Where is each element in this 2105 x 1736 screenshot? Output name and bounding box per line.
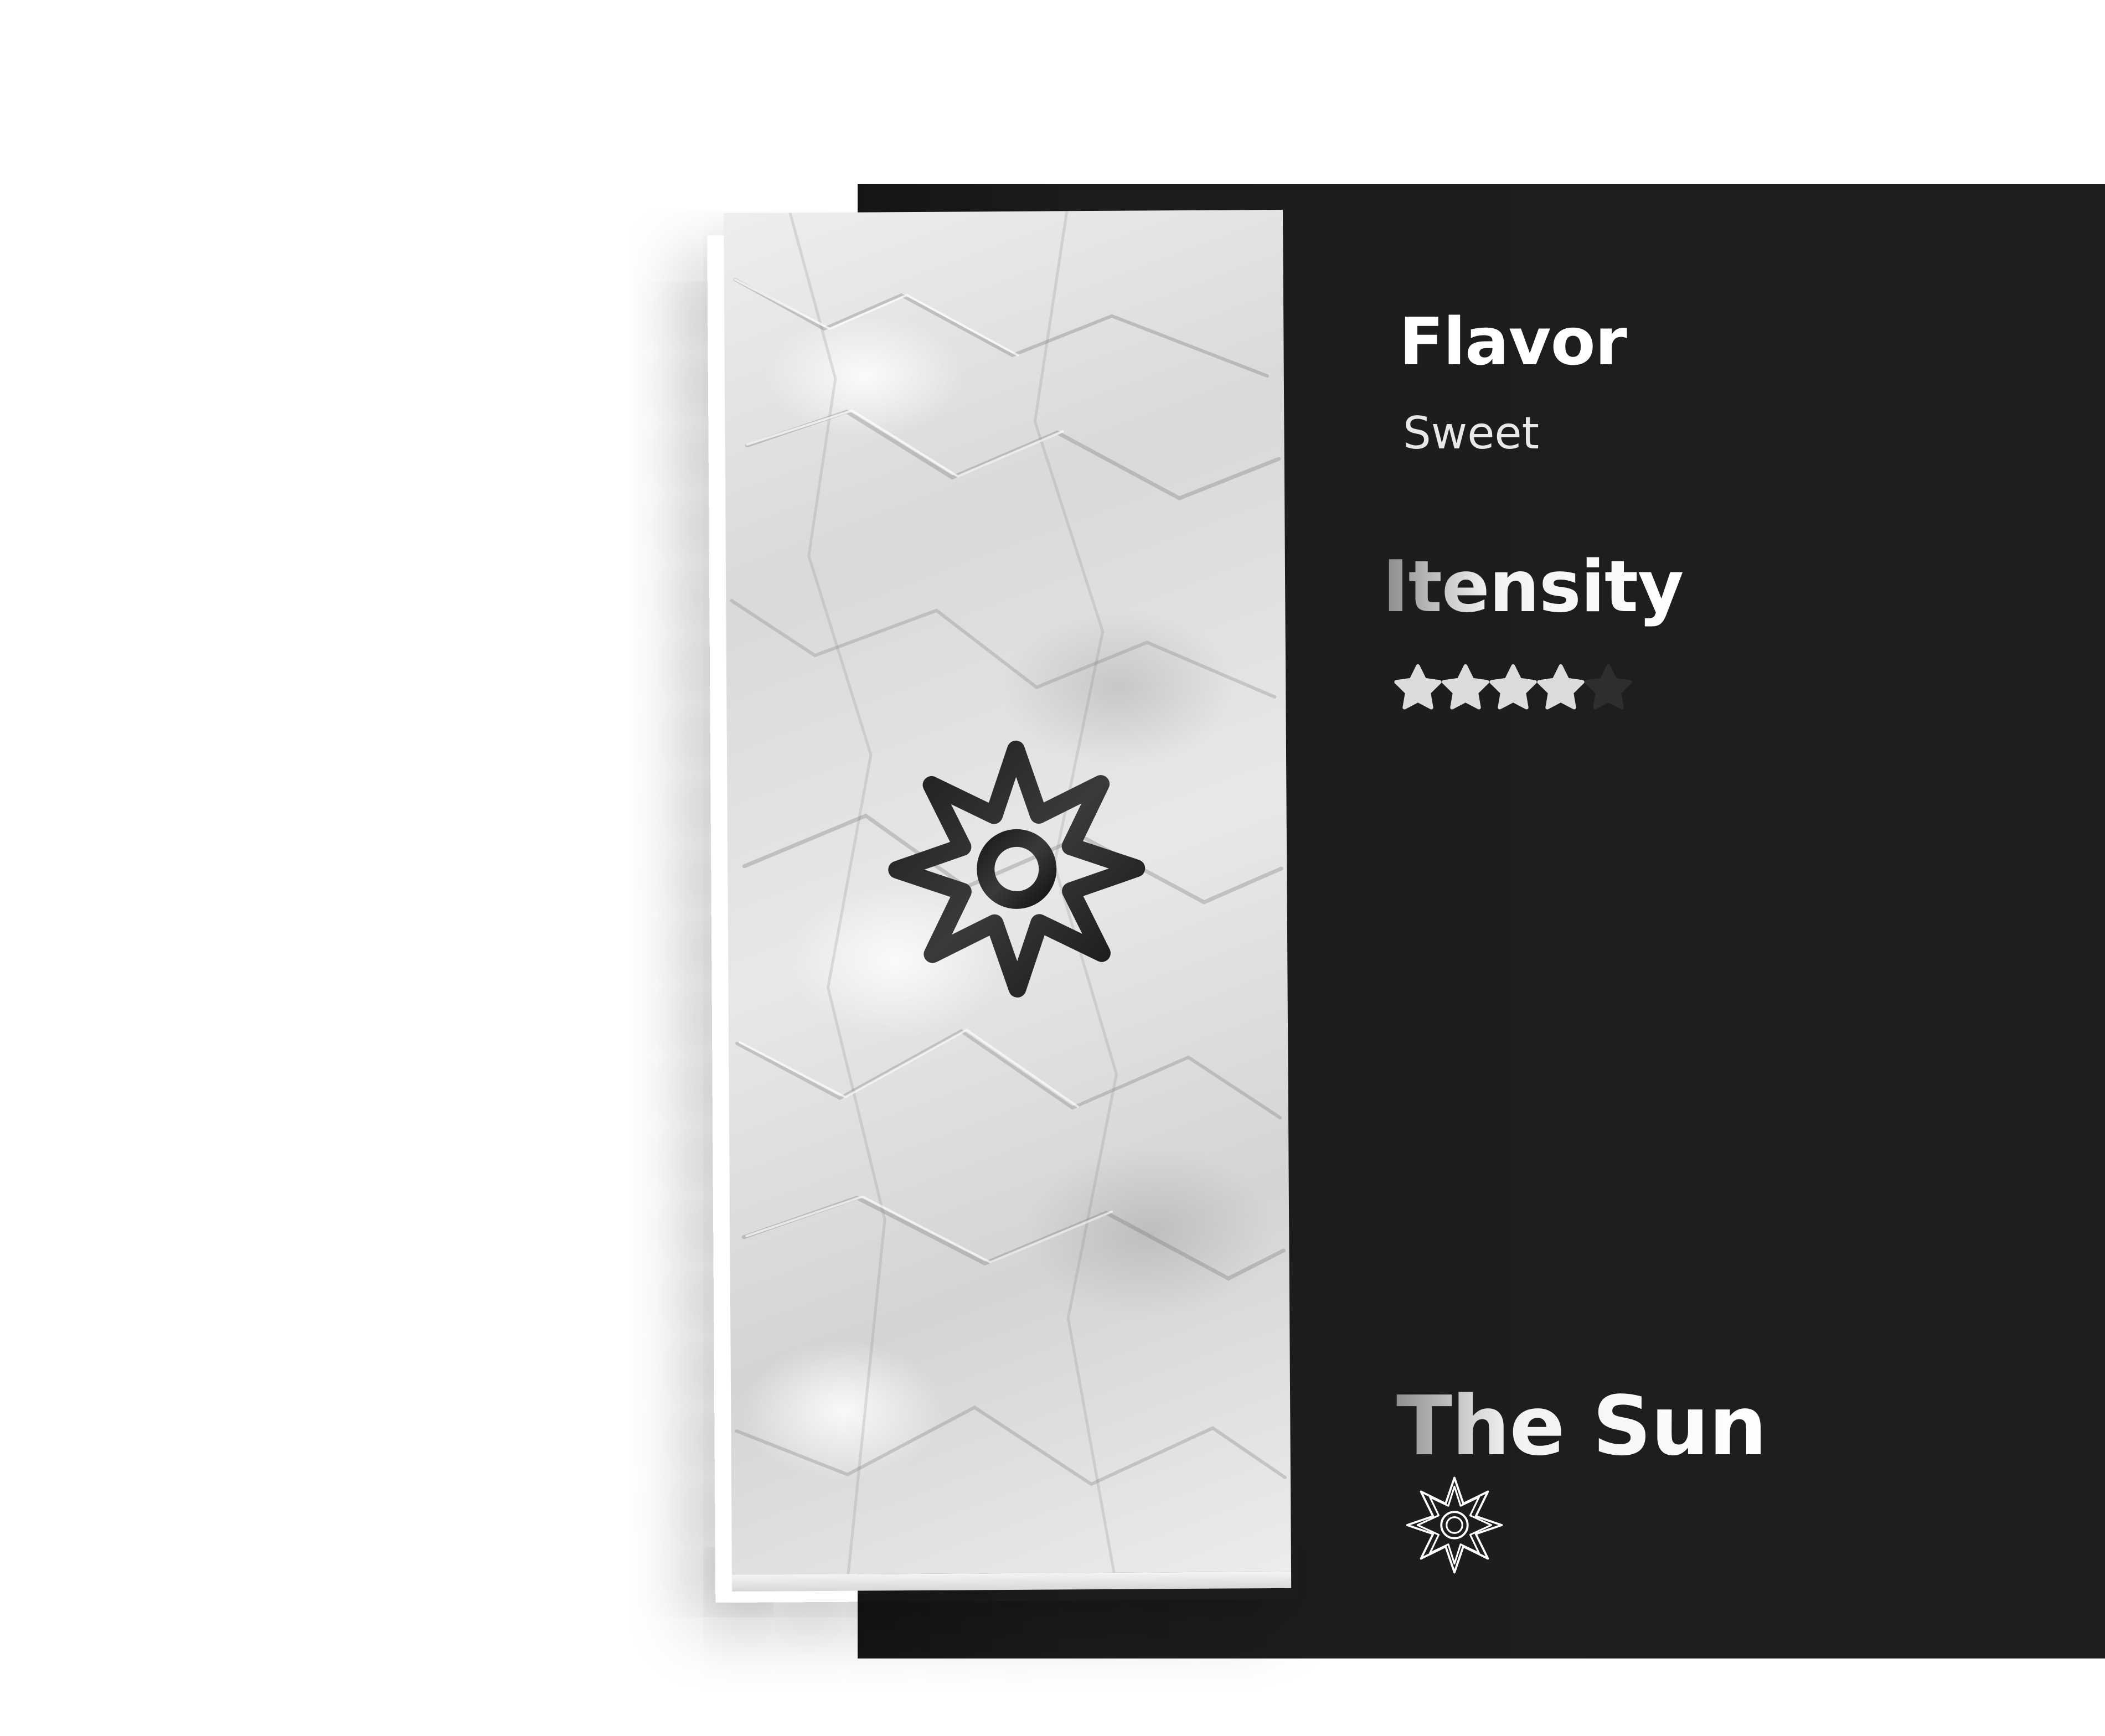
sun-star-emblem-outline-icon [1406, 1476, 1503, 1574]
intensity-title: Itensity [1382, 546, 1684, 628]
crumpled-paper [724, 209, 1292, 1575]
paper-card [724, 209, 1292, 1597]
star-filled-icon [1489, 664, 1537, 710]
paper-bottom-edge [732, 1571, 1292, 1592]
star-empty-icon [1585, 664, 1632, 710]
star-filled-icon [1394, 664, 1442, 710]
star-filled-icon [1537, 664, 1585, 710]
sun-star-emblem-icon [888, 740, 1146, 998]
product-name: The Sun [1396, 1378, 1767, 1474]
flavor-value: Sweet [1403, 407, 1540, 459]
star-filled-icon [1442, 664, 1489, 710]
intensity-rating [1394, 664, 1632, 712]
flavor-title: Flavor [1399, 303, 1627, 380]
